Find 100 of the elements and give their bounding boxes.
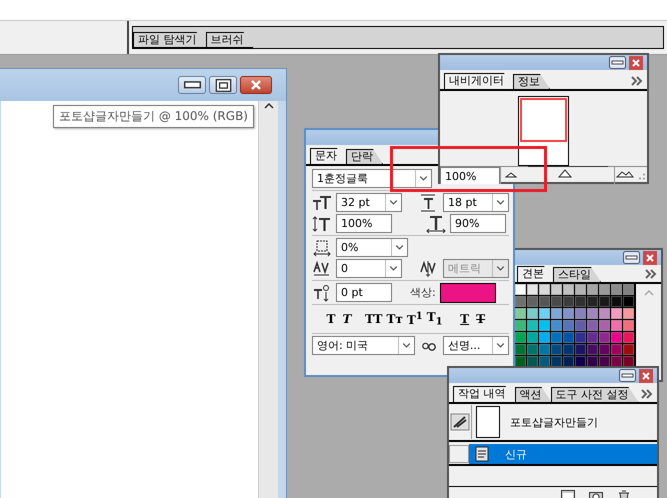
close-icon[interactable] xyxy=(629,56,643,70)
color-swatch[interactable] xyxy=(539,344,550,355)
color-swatch[interactable] xyxy=(563,344,574,355)
color-swatch[interactable] xyxy=(551,320,562,331)
color-swatch[interactable] xyxy=(563,296,574,307)
color-swatch[interactable] xyxy=(539,308,550,319)
snapshot-label[interactable]: 포토샵글자만들기 xyxy=(510,414,598,430)
color-swatch[interactable] xyxy=(527,356,538,367)
close-icon[interactable] xyxy=(639,368,653,382)
color-swatch[interactable] xyxy=(623,356,634,367)
color-swatch[interactable] xyxy=(527,308,538,319)
trash-icon[interactable] xyxy=(617,490,631,498)
color-swatch[interactable] xyxy=(539,296,550,307)
zoom-slider-thumb[interactable] xyxy=(558,168,572,178)
panel-tab[interactable]: 정보 xyxy=(513,74,550,89)
color-swatch[interactable] xyxy=(623,296,634,307)
color-swatch[interactable] xyxy=(515,308,526,319)
close-button[interactable] xyxy=(240,76,272,94)
panel-tab[interactable]: 스타일 xyxy=(553,267,601,282)
color-swatch[interactable] xyxy=(539,320,550,331)
color-swatch[interactable] xyxy=(551,344,562,355)
color-swatch[interactable] xyxy=(623,284,634,295)
tsume-dropdown[interactable]: 0% xyxy=(336,238,408,257)
camera-icon[interactable] xyxy=(589,490,603,498)
underline-button[interactable]: T xyxy=(458,312,472,326)
color-swatch[interactable] xyxy=(515,320,526,331)
superscript-button[interactable]: T$^{1}$ xyxy=(406,311,424,327)
color-swatch[interactable] xyxy=(575,356,586,367)
panel-tab[interactable]: 단락 xyxy=(346,149,383,164)
scroll-up-icon[interactable] xyxy=(262,101,274,111)
color-swatch[interactable] xyxy=(575,344,586,355)
color-swatch[interactable] xyxy=(515,332,526,343)
history-state[interactable]: 신규 xyxy=(469,444,657,464)
color-swatch[interactable] xyxy=(587,344,598,355)
vertical-scale-field[interactable]: 100% xyxy=(336,214,392,233)
color-swatch[interactable] xyxy=(551,308,562,319)
language-dropdown[interactable]: 영어: 미국 xyxy=(312,336,415,355)
maximize-button[interactable] xyxy=(209,76,237,94)
color-swatch[interactable] xyxy=(575,332,586,343)
color-swatch[interactable] xyxy=(599,296,610,307)
color-swatch[interactable] xyxy=(551,332,562,343)
color-swatch[interactable] xyxy=(599,308,610,319)
small-caps-button[interactable]: Tᴛ xyxy=(385,312,404,326)
color-swatch[interactable] xyxy=(563,332,574,343)
minimize-icon[interactable] xyxy=(619,369,636,382)
panel-menu-icon[interactable] xyxy=(631,76,643,86)
panel-tab[interactable]: 도구 사전 설정 xyxy=(550,387,638,402)
panel-tab[interactable]: 액션 xyxy=(514,387,552,402)
color-swatch[interactable] xyxy=(575,320,586,331)
color-swatch[interactable] xyxy=(527,296,538,307)
zoom-slider-track[interactable] xyxy=(528,166,608,180)
color-swatch[interactable] xyxy=(599,344,610,355)
tracking-dropdown[interactable]: 0 xyxy=(336,259,402,278)
color-swatch[interactable] xyxy=(587,308,598,319)
color-swatch[interactable] xyxy=(599,320,610,331)
color-swatch[interactable] xyxy=(587,320,598,331)
faux-italic-button[interactable]: T xyxy=(340,312,354,326)
color-swatch[interactable] xyxy=(515,356,526,367)
zoom-field[interactable]: 100% xyxy=(440,167,500,184)
color-swatch[interactable] xyxy=(563,284,574,295)
color-swatch[interactable] xyxy=(551,356,562,367)
close-icon[interactable] xyxy=(643,250,657,264)
color-swatch[interactable] xyxy=(599,356,610,367)
color-swatch[interactable] xyxy=(551,296,562,307)
color-swatch[interactable] xyxy=(611,332,622,343)
color-swatch[interactable] xyxy=(587,356,598,367)
color-swatch[interactable] xyxy=(611,320,622,331)
color-swatch[interactable] xyxy=(527,344,538,355)
color-swatch[interactable] xyxy=(623,344,634,355)
color-swatch[interactable] xyxy=(611,308,622,319)
panel-menu-icon[interactable] xyxy=(641,389,653,399)
minimize-button[interactable] xyxy=(178,76,206,94)
color-swatch[interactable] xyxy=(587,284,598,295)
color-swatch[interactable] xyxy=(623,308,634,319)
anti-aliasing-dropdown[interactable]: 선명... xyxy=(442,336,509,355)
horizontal-scale-field[interactable]: 90% xyxy=(450,214,506,233)
color-swatch[interactable] xyxy=(539,332,550,343)
history-brush-source[interactable] xyxy=(449,445,469,463)
color-swatch[interactable] xyxy=(599,332,610,343)
color-swatch[interactable] xyxy=(623,320,634,331)
baseline-shift-field[interactable]: 0 pt xyxy=(336,283,392,302)
color-swatch[interactable] xyxy=(527,332,538,343)
color-swatch[interactable] xyxy=(539,356,550,367)
color-swatch[interactable] xyxy=(515,344,526,355)
subscript-button[interactable]: T$_{1}$ xyxy=(426,310,444,328)
panel-tab[interactable]: 브러쉬 xyxy=(206,32,254,47)
brush-icon[interactable] xyxy=(450,413,470,431)
font-family-dropdown[interactable]: 1훈정글룩 xyxy=(312,169,432,188)
color-swatch[interactable] xyxy=(563,320,574,331)
new-document-icon[interactable] xyxy=(561,490,575,498)
panel-menu-icon[interactable] xyxy=(645,269,657,279)
color-swatch[interactable] xyxy=(563,356,574,367)
color-swatch[interactable] xyxy=(587,332,598,343)
color-swatch[interactable] xyxy=(551,284,562,295)
color-swatch[interactable] xyxy=(563,308,574,319)
zoom-in-icon[interactable] xyxy=(616,169,634,179)
color-swatch[interactable] xyxy=(527,320,538,331)
minimize-icon[interactable] xyxy=(623,251,640,264)
minimize-icon[interactable] xyxy=(609,56,626,69)
color-swatch[interactable] xyxy=(515,296,526,307)
